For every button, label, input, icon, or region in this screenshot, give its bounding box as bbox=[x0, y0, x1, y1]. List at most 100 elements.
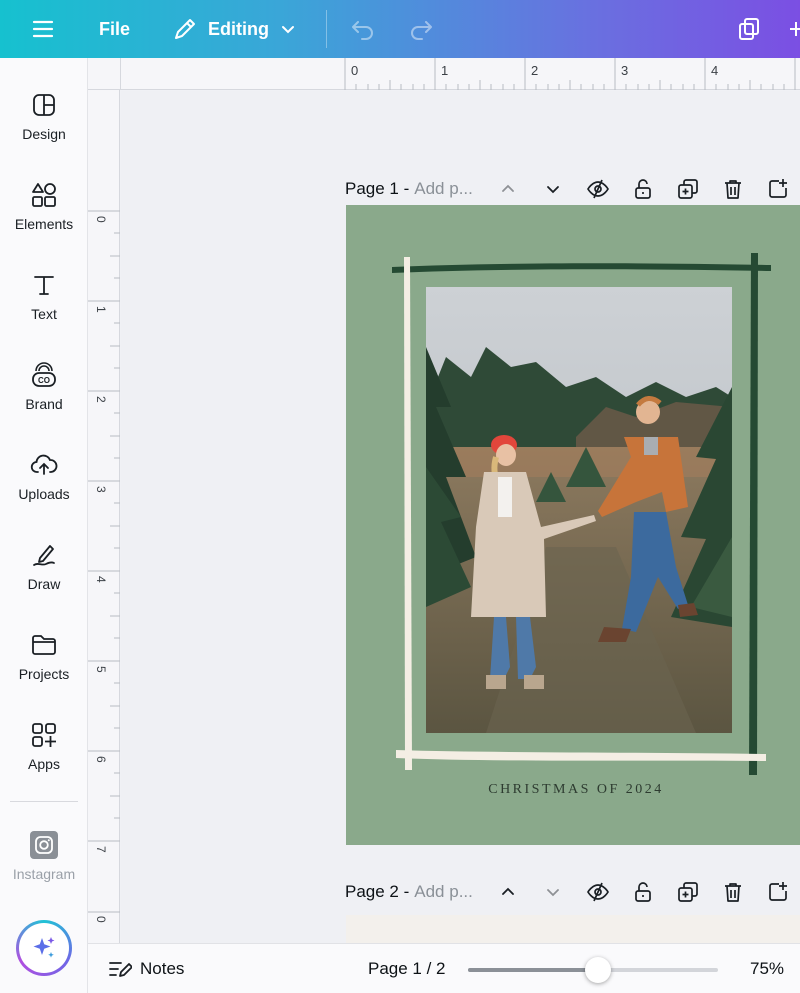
sidebar-item-elements[interactable]: Elements bbox=[0, 178, 88, 232]
undo-icon bbox=[352, 21, 373, 40]
notes-button[interactable]: Notes bbox=[108, 944, 184, 993]
page-2-header: Page 2 - Add p... bbox=[345, 878, 473, 906]
duplicate-page-button[interactable] bbox=[676, 177, 700, 201]
left-sidebar: Design Elements Text CO Brand Uploads Dr… bbox=[0, 58, 88, 993]
ruler-label: 6 bbox=[94, 756, 108, 763]
add-page-button[interactable] bbox=[766, 880, 790, 904]
ruler-label: 1 bbox=[441, 63, 449, 78]
page-title-input[interactable]: Add p... bbox=[414, 882, 473, 902]
page-indicator[interactable]: Page 1 / 2 bbox=[368, 944, 446, 993]
hide-page-button[interactable] bbox=[586, 177, 610, 201]
toolbar-divider bbox=[326, 10, 327, 48]
folder-icon bbox=[32, 635, 56, 655]
vertical-ruler: 0 1 2 3 4 5 6 7 0 bbox=[88, 90, 120, 943]
chevron-down-icon bbox=[547, 889, 559, 897]
hamburger-icon bbox=[32, 20, 54, 38]
sparkle-icon bbox=[33, 937, 55, 958]
couple-photo[interactable] bbox=[426, 287, 732, 733]
text-icon bbox=[34, 276, 54, 295]
ruler-label: 0 bbox=[351, 63, 359, 78]
ruler-label: 0 bbox=[94, 216, 108, 223]
sidebar-item-design[interactable]: Design bbox=[0, 88, 88, 142]
chevron-down-icon bbox=[282, 26, 294, 34]
lock-page-button[interactable] bbox=[631, 177, 655, 201]
zoom-slider-fill bbox=[468, 968, 598, 972]
delete-page-button[interactable] bbox=[721, 177, 745, 201]
design-canvas: Page 1 - Add p... CHRISTMAS OF 2024 Page… bbox=[121, 91, 800, 943]
move-page-up-button[interactable] bbox=[496, 177, 520, 201]
undo-button[interactable] bbox=[350, 0, 376, 58]
ruler-label: 4 bbox=[94, 576, 108, 583]
editing-mode-label: Editing bbox=[208, 18, 269, 39]
zoom-level-button[interactable]: 75% bbox=[750, 944, 784, 993]
menu-button[interactable] bbox=[32, 0, 56, 58]
photo-illustration bbox=[426, 287, 732, 733]
duplicate-icon bbox=[739, 18, 759, 40]
sidebar-item-apps[interactable]: Apps bbox=[0, 718, 88, 772]
page-2-design[interactable] bbox=[346, 915, 800, 943]
duplicate-page-button[interactable] bbox=[676, 880, 700, 904]
add-page-button[interactable] bbox=[766, 177, 790, 201]
ruler-label: 1 bbox=[94, 306, 108, 313]
sidebar-item-text[interactable]: Text bbox=[0, 268, 88, 322]
page-title: Page 1 - bbox=[345, 179, 410, 198]
page-title: Page 2 - bbox=[345, 882, 410, 901]
shapes-icon bbox=[32, 183, 56, 207]
instagram-icon bbox=[30, 831, 58, 859]
sidebar-item-draw[interactable]: Draw bbox=[0, 538, 88, 592]
zoom-slider[interactable] bbox=[468, 957, 718, 983]
chevron-up-icon bbox=[502, 184, 514, 192]
magic-assistant-button[interactable] bbox=[16, 920, 72, 976]
design-caption[interactable]: CHRISTMAS OF 2024 bbox=[346, 782, 800, 798]
top-toolbar: File Editing bbox=[0, 0, 800, 58]
move-page-down-button[interactable] bbox=[541, 177, 565, 201]
sidebar-item-label: Apps bbox=[28, 756, 60, 772]
sidebar-item-label: Elements bbox=[14, 216, 74, 232]
move-page-down-button[interactable] bbox=[541, 880, 565, 904]
notes-label: Notes bbox=[140, 959, 185, 978]
ruler-label: 4 bbox=[711, 63, 719, 78]
sidebar-item-brand[interactable]: CO Brand bbox=[0, 358, 88, 412]
page-1-header: Page 1 - Add p... bbox=[345, 175, 473, 203]
redo-button[interactable] bbox=[408, 0, 434, 58]
chevron-down-icon bbox=[547, 186, 559, 194]
page-1-design[interactable]: CHRISTMAS OF 2024 bbox=[346, 205, 800, 845]
duplicate-button[interactable] bbox=[736, 0, 762, 58]
lock-page-button[interactable] bbox=[631, 880, 655, 904]
sidebar-item-instagram[interactable]: Instagram bbox=[0, 828, 88, 882]
svg-text:CO: CO bbox=[38, 376, 50, 385]
cloud-upload-icon bbox=[30, 454, 58, 475]
ruler-label: 7 bbox=[94, 846, 108, 853]
delete-page-button[interactable] bbox=[721, 880, 745, 904]
sidebar-divider bbox=[10, 801, 78, 802]
ruler-label: 2 bbox=[94, 396, 108, 403]
sidebar-item-label: Uploads bbox=[18, 486, 70, 502]
editing-mode-dropdown[interactable]: Editing bbox=[172, 0, 297, 58]
chevron-up-icon bbox=[502, 887, 514, 895]
move-page-up-button[interactable] bbox=[496, 880, 520, 904]
brand-icon: CO bbox=[32, 362, 56, 387]
hide-page-button[interactable] bbox=[586, 880, 610, 904]
redo-icon bbox=[411, 21, 432, 40]
add-button[interactable] bbox=[790, 0, 800, 58]
unlock-icon bbox=[635, 179, 651, 199]
horizontal-ruler: 0 1 2 3 4 bbox=[88, 58, 800, 90]
sidebar-item-uploads[interactable]: Uploads bbox=[0, 448, 88, 502]
ruler-label: 3 bbox=[621, 63, 629, 78]
pen-icon bbox=[33, 545, 55, 566]
trash-icon bbox=[725, 180, 741, 199]
duplicate-page-icon bbox=[678, 179, 698, 199]
layout-icon bbox=[33, 94, 55, 116]
zoom-slider-thumb[interactable] bbox=[585, 957, 611, 983]
duplicate-page-icon bbox=[678, 882, 698, 902]
ruler-label: 0 bbox=[94, 916, 108, 923]
plus-icon bbox=[790, 22, 800, 36]
sidebar-item-label: Text bbox=[31, 306, 57, 322]
sidebar-item-label: Brand bbox=[25, 396, 63, 412]
sidebar-item-projects[interactable]: Projects bbox=[0, 628, 88, 682]
apps-icon bbox=[32, 723, 56, 747]
page-title-input[interactable]: Add p... bbox=[414, 179, 473, 199]
bottom-bar: Notes Page 1 / 2 75% bbox=[88, 943, 800, 993]
file-menu-button[interactable]: File bbox=[99, 0, 130, 58]
eye-off-icon bbox=[587, 179, 609, 199]
